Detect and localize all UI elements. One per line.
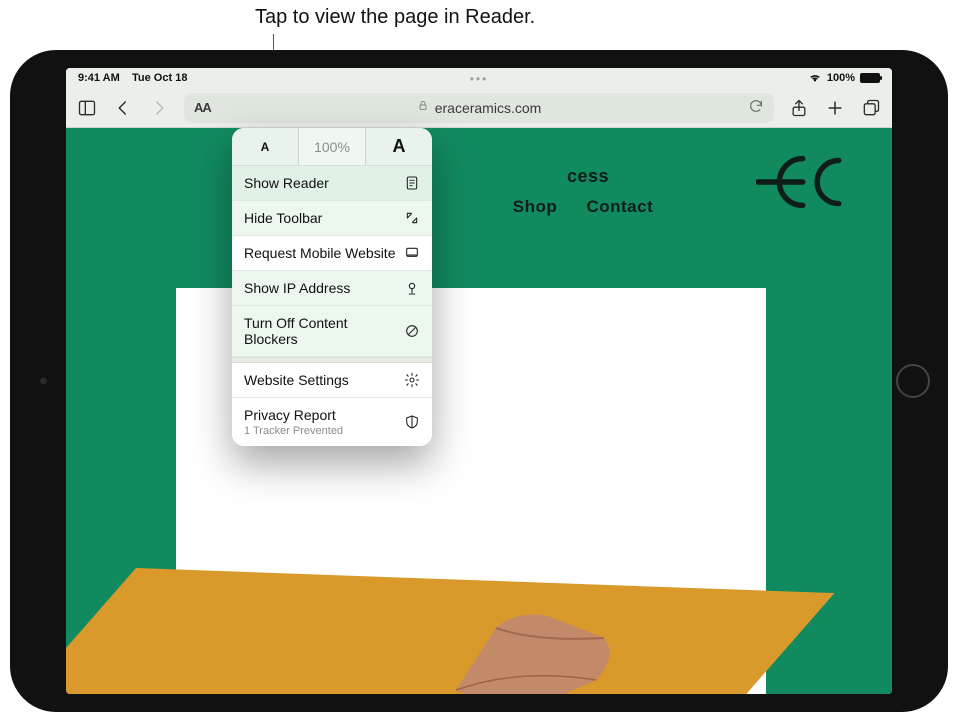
menu-website-settings[interactable]: Website Settings [232, 363, 432, 398]
screen: 9:41 AM Tue Oct 18 100% ••• [66, 68, 892, 694]
webpage-content: cess Shop Contact [66, 128, 892, 694]
menu-show-ip[interactable]: Show IP Address [232, 271, 432, 306]
nav-item-contact[interactable]: Contact [586, 197, 653, 216]
page-settings-aa-button[interactable]: AA [194, 100, 211, 115]
address-bar-domain: eraceramics.com [435, 100, 542, 116]
site-logo-icon [756, 150, 846, 214]
clay-block-image [436, 598, 626, 694]
page-settings-menu: A 100% A Show Reader Hide Toolbar Reques… [232, 128, 432, 446]
sidebar-toggle-icon[interactable] [76, 97, 98, 119]
zoom-level: 100% [298, 128, 366, 165]
new-tab-icon[interactable] [824, 97, 846, 119]
reload-icon[interactable] [748, 98, 764, 117]
back-button[interactable] [112, 97, 134, 119]
tabs-icon[interactable] [860, 97, 882, 119]
menu-show-reader-label: Show Reader [244, 175, 329, 191]
menu-privacy-report-label: Privacy Report 1 Tracker Prevented [244, 407, 343, 437]
forward-button [148, 97, 170, 119]
ipad-frame: 9:41 AM Tue Oct 18 100% ••• [10, 50, 948, 712]
shield-icon [404, 414, 420, 430]
menu-hide-toolbar-label: Hide Toolbar [244, 210, 322, 226]
status-time: 9:41 AM [78, 72, 120, 84]
multitask-dots-icon[interactable]: ••• [470, 72, 489, 86]
nav-item-shop[interactable]: Shop [513, 197, 558, 216]
status-date: Tue Oct 18 [132, 72, 187, 84]
device-icon [404, 245, 420, 261]
menu-request-mobile[interactable]: Request Mobile Website [232, 236, 432, 271]
blockers-off-icon [404, 323, 420, 339]
menu-hide-toolbar[interactable]: Hide Toolbar [232, 201, 432, 236]
wifi-icon [808, 73, 822, 83]
menu-show-reader[interactable]: Show Reader [232, 166, 432, 201]
battery-percent: 100% [827, 72, 855, 84]
location-pin-icon [404, 280, 420, 296]
home-button[interactable] [896, 364, 930, 398]
share-icon[interactable] [788, 97, 810, 119]
menu-privacy-report[interactable]: Privacy Report 1 Tracker Prevented [232, 398, 432, 446]
nav-item-partial[interactable]: cess [567, 166, 609, 186]
menu-website-settings-label: Website Settings [244, 372, 349, 388]
address-bar[interactable]: AA eraceramics.com [184, 93, 774, 123]
battery-icon [860, 73, 880, 83]
lock-icon [417, 100, 429, 115]
zoom-in-button[interactable]: A [366, 128, 432, 165]
privacy-report-subtitle: 1 Tracker Prevented [244, 425, 343, 437]
menu-request-mobile-label: Request Mobile Website [244, 245, 395, 261]
callout-text: Tap to view the page in Reader. [255, 6, 535, 29]
expand-arrows-icon [404, 210, 420, 226]
reader-icon [404, 175, 420, 191]
zoom-out-button[interactable]: A [232, 128, 298, 165]
menu-content-blockers-label: Turn Off Content Blockers [244, 315, 404, 347]
zoom-controls: A 100% A [232, 128, 432, 166]
browser-toolbar: ••• AA eraceramics.com [66, 88, 892, 128]
menu-show-ip-label: Show IP Address [244, 280, 350, 296]
menu-content-blockers[interactable]: Turn Off Content Blockers [232, 306, 432, 357]
gear-icon [404, 372, 420, 388]
